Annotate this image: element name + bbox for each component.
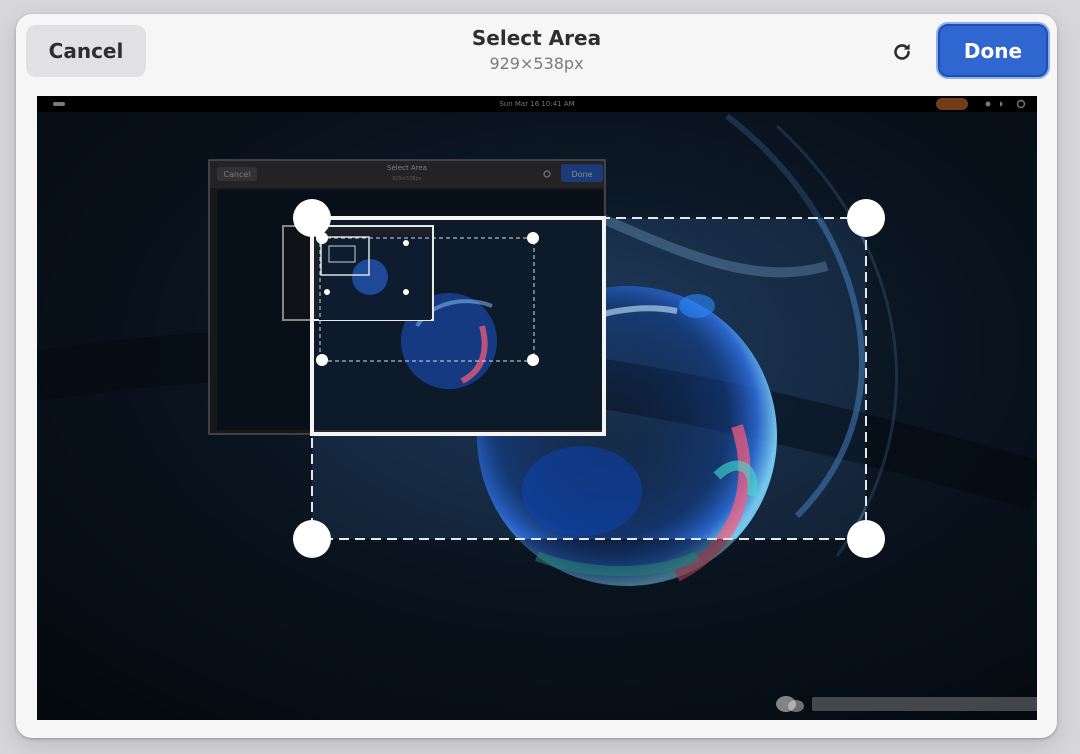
screenshot-preview[interactable]: Sun Mar 16 10:41 AM Cancel Select Area 9… bbox=[37, 96, 1037, 720]
resize-handle-bottom-right[interactable] bbox=[847, 520, 885, 558]
resize-handle-top-right[interactable] bbox=[847, 199, 885, 237]
resize-handle-bottom-left[interactable] bbox=[293, 520, 331, 558]
selection-overlay: Cancel Select Area 929×538px Done bbox=[37, 96, 1037, 720]
select-area-dialog: Cancel Select Area 929×538px Done Sun Ma… bbox=[16, 14, 1057, 738]
resize-handle-top-left[interactable] bbox=[293, 199, 331, 237]
header-bar: Cancel Select Area 929×538px Done bbox=[16, 14, 1057, 94]
dimmed-outside-area bbox=[37, 96, 1037, 720]
watermark-logo bbox=[776, 696, 1037, 712]
done-button[interactable]: Done bbox=[938, 24, 1048, 77]
reload-icon[interactable] bbox=[886, 36, 918, 68]
